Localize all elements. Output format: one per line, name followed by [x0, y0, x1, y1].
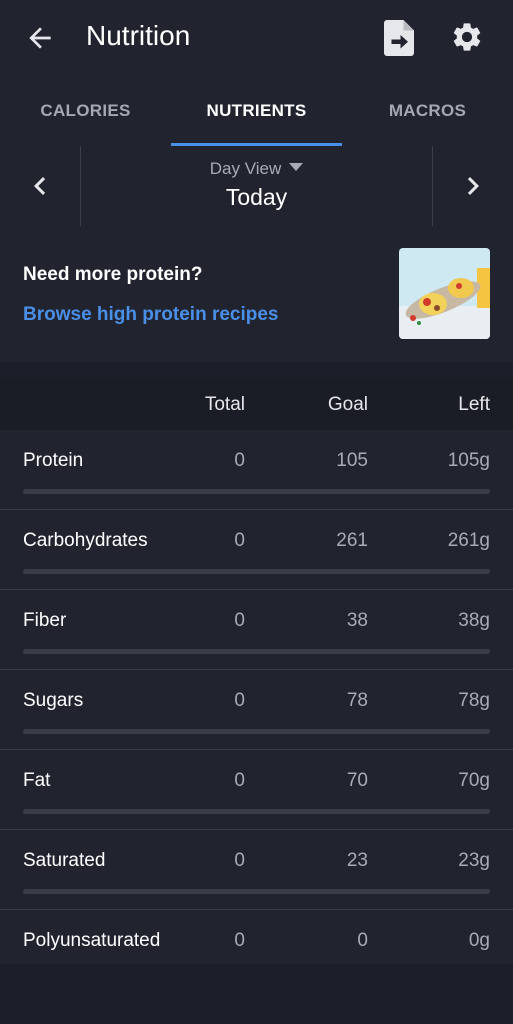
nutrient-left: 261g — [447, 530, 490, 551]
nutrient-goal: 23 — [346, 850, 368, 871]
chevron-right-icon[interactable] — [455, 168, 491, 204]
nutrient-name: Fat — [23, 770, 51, 791]
app-bar: Nutrition — [0, 0, 513, 76]
progress-bar — [23, 809, 490, 814]
nutrient-left: 70g — [458, 770, 490, 791]
nutrient-total: 0 — [234, 850, 245, 871]
nutrient-name: Fiber — [23, 610, 67, 631]
nutrient-total: 0 — [234, 930, 245, 951]
nutrient-total: 0 — [234, 530, 245, 551]
progress-bar — [23, 729, 490, 734]
nutrient-left: 38g — [458, 610, 490, 631]
protein-promo-card: Need more protein? Browse high protein r… — [0, 226, 513, 362]
nutrient-goal: 70 — [346, 770, 368, 791]
nutrient-goal: 261 — [336, 530, 368, 551]
promo-question: Need more protein? — [23, 264, 203, 285]
nutrient-total: 0 — [234, 770, 245, 791]
nutrient-goal: 0 — [357, 930, 368, 951]
nutrient-row-carbohydrates[interactable]: Carbohydrates 0 261 261g — [0, 510, 513, 590]
arrow-left-icon[interactable] — [24, 22, 56, 54]
nutrient-left: 78g — [458, 690, 490, 711]
day-selector: Day View Today — [0, 146, 513, 226]
nutrient-goal: 105 — [336, 450, 368, 471]
tab-bar: CALORIES NUTRIENTS MACROS — [0, 76, 513, 146]
document-export-icon[interactable] — [384, 20, 414, 56]
header-goal: Goal — [327, 394, 368, 415]
nutrient-left: 105g — [447, 450, 490, 471]
browse-recipes-link[interactable]: Browse high protein recipes — [23, 304, 279, 326]
nutrient-name: Saturated — [23, 850, 106, 871]
nutrient-row-protein[interactable]: Protein 0 105 105g — [0, 430, 513, 510]
caret-down-icon — [289, 163, 304, 171]
nutrient-left: 0g — [468, 930, 490, 951]
nutrients-table-header: Total Goal Left — [0, 378, 513, 430]
current-day: Today — [225, 184, 288, 210]
nutrient-row-fat[interactable]: Fat 0 70 70g — [0, 750, 513, 830]
nutrient-goal: 38 — [346, 610, 368, 631]
tab-calories[interactable]: CALORIES — [0, 76, 171, 146]
nutrient-name: Polyunsaturated — [23, 930, 161, 951]
day-view-label: Day View — [209, 159, 282, 178]
nutrient-name: Protein — [23, 450, 84, 471]
nutrient-row-sugars[interactable]: Sugars 0 78 78g — [0, 670, 513, 750]
header-left: Left — [458, 394, 490, 415]
header-total: Total — [204, 394, 245, 415]
gear-icon[interactable] — [450, 20, 484, 54]
nutrient-total: 0 — [234, 610, 245, 631]
nutrient-total: 0 — [234, 450, 245, 471]
nutrient-row-fiber[interactable]: Fiber 0 38 38g — [0, 590, 513, 670]
nutrient-row-polyunsaturated[interactable]: Polyunsaturated 0 0 0g — [0, 910, 513, 964]
tab-nutrients[interactable]: NUTRIENTS — [171, 76, 342, 146]
divider — [432, 146, 433, 226]
nutrient-total: 0 — [234, 690, 245, 711]
day-view-dropdown[interactable]: Day View — [0, 159, 513, 179]
progress-bar — [23, 649, 490, 654]
nutrient-name: Sugars — [23, 690, 84, 711]
breakfast-wrap-photo[interactable] — [399, 248, 490, 339]
progress-bar — [23, 569, 490, 574]
progress-bar — [23, 889, 490, 894]
nutrient-name: Carbohydrates — [23, 530, 148, 551]
progress-bar — [23, 489, 490, 494]
page-title: Nutrition — [86, 20, 191, 51]
nutrient-row-saturated[interactable]: Saturated 0 23 23g — [0, 830, 513, 910]
tab-macros[interactable]: MACROS — [342, 76, 513, 146]
nutrient-left: 23g — [458, 850, 490, 871]
nutrient-goal: 78 — [346, 690, 368, 711]
